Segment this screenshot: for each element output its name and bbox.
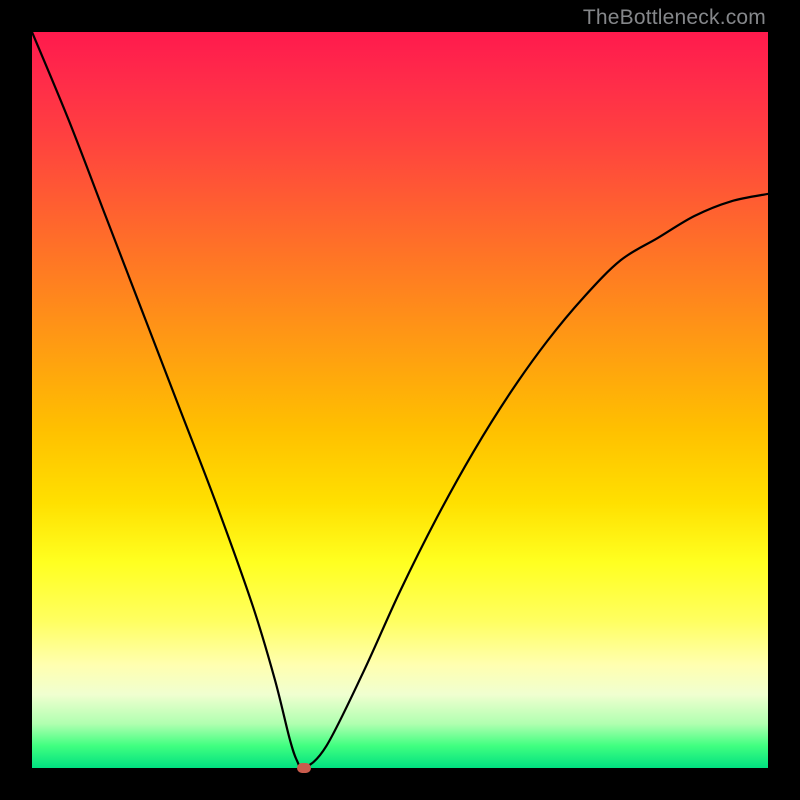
bottleneck-curve: [32, 32, 768, 768]
chart-frame: TheBottleneck.com: [0, 0, 800, 800]
watermark-text: TheBottleneck.com: [583, 6, 766, 30]
curve-svg: [32, 32, 768, 768]
plot-area: [32, 32, 768, 768]
minimum-marker: [297, 763, 311, 773]
